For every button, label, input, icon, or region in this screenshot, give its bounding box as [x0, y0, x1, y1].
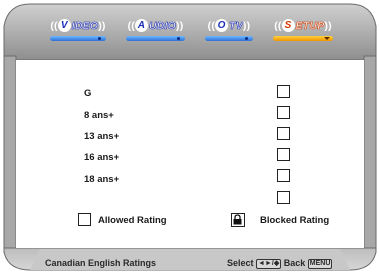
- rating-label-g: G: [84, 88, 92, 99]
- tab-tv[interactable]: ((O TV)): [197, 16, 261, 42]
- arrow-keys-icon: ◄►/◆: [256, 259, 282, 269]
- tab-paren-left: ((: [274, 20, 282, 32]
- tab-paren-left: ((: [50, 20, 58, 32]
- tab-paren-right: )): [242, 20, 251, 32]
- tab-label-text: IDEO: [71, 20, 99, 33]
- tab-initial: S: [281, 19, 295, 32]
- tab-initial: O: [215, 19, 229, 32]
- tab-underline: [126, 36, 185, 41]
- rating-label-18: 18 ans+: [84, 174, 120, 185]
- unlocked-box-icon: [78, 213, 91, 226]
- tab-underline: [50, 36, 106, 41]
- tab-label-text: ETUP: [295, 20, 325, 33]
- tab-paren-left: ((: [207, 20, 216, 32]
- rating-label-16: 16 ans+: [84, 152, 120, 163]
- tab-paren-right: )): [98, 20, 106, 32]
- tab-setup-label: ((S ETUP)): [265, 16, 341, 36]
- tab-underline: [273, 36, 333, 41]
- menu-key-icon: MENU: [307, 259, 333, 269]
- lock-icon: [231, 213, 245, 227]
- legend-blocked-label: Blocked Rating: [260, 215, 330, 226]
- tab-video-label: ((V IDEO)): [42, 16, 114, 36]
- tab-video[interactable]: ((V IDEO)): [42, 16, 114, 42]
- screen-title: Canadian English Ratings: [45, 258, 157, 268]
- tab-label-text: TV: [229, 20, 243, 33]
- tab-paren-right: )): [324, 20, 332, 32]
- select-hint-label: Select: [227, 258, 254, 268]
- tab-underline: [205, 36, 253, 41]
- legend-allowed-label: Allowed Rating: [98, 215, 167, 226]
- tab-setup[interactable]: ((S ETUP)): [265, 16, 341, 42]
- tab-indicator-icon: [98, 37, 101, 40]
- footer-hints: Select ◄►/◆ Back MENU: [227, 258, 333, 269]
- tab-tv-label: ((O TV)): [197, 16, 261, 36]
- tab-indicator-icon: [177, 37, 180, 40]
- tab-label-text: UDIO: [148, 20, 177, 33]
- rating-checkbox-18[interactable]: [277, 169, 290, 182]
- tab-audio-label: ((A UDIO)): [118, 16, 193, 36]
- rating-checkbox-16[interactable]: [277, 148, 290, 161]
- tab-initial: A: [134, 19, 148, 32]
- rating-label-8: 8 ans+: [84, 110, 114, 121]
- tab-indicator-icon: [245, 37, 248, 40]
- tab-audio[interactable]: ((A UDIO)): [118, 16, 193, 42]
- rating-checkbox-extra[interactable]: [277, 191, 290, 204]
- tab-paren-left: ((: [127, 20, 135, 32]
- rating-label-13: 13 ans+: [84, 131, 120, 142]
- chevron-down-icon: [324, 37, 330, 40]
- menu-tabs: ((V IDEO)) ((A UDIO)) ((O TV)) ((S ETUP)): [0, 14, 380, 44]
- rating-checkbox-g[interactable]: [277, 85, 290, 98]
- rating-checkbox-13[interactable]: [277, 127, 290, 140]
- rating-checkbox-8[interactable]: [277, 106, 290, 119]
- tab-paren-right: )): [176, 20, 184, 32]
- back-hint-label: Back: [283, 258, 306, 268]
- tab-initial: V: [57, 19, 71, 32]
